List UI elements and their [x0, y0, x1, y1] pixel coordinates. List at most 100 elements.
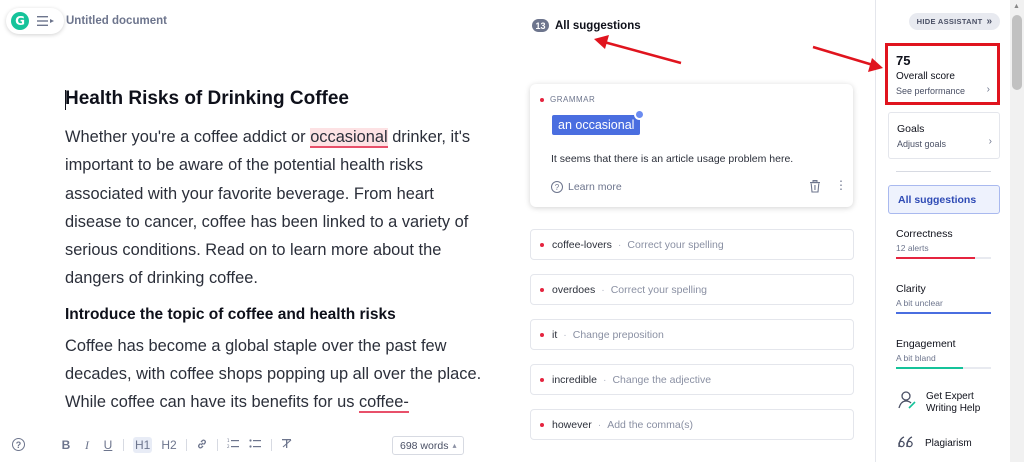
- overall-score-card[interactable]: 75 Overall score See performance ›: [885, 43, 1000, 105]
- hide-assistant-label: HIDE ASSISTANT: [916, 17, 983, 26]
- quote-icon: [898, 436, 914, 451]
- suggestion-word: coffee-lovers: [552, 238, 612, 251]
- alert-dot-icon: [540, 97, 544, 102]
- toolbar-divider: [270, 439, 272, 451]
- flagged-word-occasional[interactable]: occasional: [310, 128, 388, 148]
- category-subtitle: A bit bland: [896, 353, 936, 363]
- suggestion-word: incredible: [552, 373, 597, 386]
- underline-button[interactable]: U: [102, 438, 114, 452]
- suggestion-separator: ·: [617, 238, 622, 251]
- menu-icon[interactable]: [37, 14, 55, 28]
- suggestion-action: Correct your spelling: [627, 238, 724, 251]
- category-progress-bar: [896, 257, 991, 259]
- suggestion-word: it: [552, 328, 558, 341]
- suggestions-title: All suggestions: [555, 19, 641, 32]
- category-correctness[interactable]: Correctness 12 alerts: [896, 228, 991, 259]
- suggestion-action: Correct your spelling: [610, 283, 707, 296]
- app-logo-pill[interactable]: G: [6, 8, 64, 34]
- paragraph-1: Whether you're a coffee addict or occasi…: [65, 123, 485, 293]
- adjust-goals-link[interactable]: Adjust goals: [897, 139, 991, 149]
- toolbar-divider: [185, 439, 187, 451]
- toolbar-divider: [216, 439, 218, 451]
- double-chevron-right-icon: »: [986, 16, 993, 27]
- scroll-up-arrow-icon[interactable]: ▲: [1013, 3, 1020, 10]
- all-suggestions-tab[interactable]: All suggestions: [888, 185, 1000, 214]
- hide-assistant-button[interactable]: HIDE ASSISTANT»: [909, 13, 1000, 30]
- document-heading: Health Risks of Drinking Coffee: [65, 88, 349, 109]
- alert-dot-icon: [540, 332, 544, 337]
- category-subtitle: 12 alerts: [896, 243, 929, 253]
- assistant-sidebar: HIDE ASSISTANT» 75 Overall score See per…: [875, 0, 1010, 462]
- bold-button[interactable]: B: [60, 438, 72, 452]
- trash-icon[interactable]: [809, 180, 821, 193]
- svg-text:2: 2: [227, 444, 230, 449]
- ordered-list-icon[interactable]: 12: [227, 438, 240, 452]
- accept-suggestion-button[interactable]: an occasional: [552, 115, 641, 135]
- word-count-label: 698 words: [400, 439, 449, 452]
- suggestion-category-label: GRAMMAR: [550, 95, 596, 104]
- learn-more-label: Learn more: [568, 181, 622, 193]
- arrow-to-score: [812, 45, 883, 72]
- plagiarism-label: Plagiarism: [925, 438, 972, 449]
- expert-writing-help-button[interactable]: Get Expert Writing Help: [898, 390, 980, 415]
- heading-1-button[interactable]: H1: [133, 437, 153, 453]
- suggestion-card[interactable]: it · Change preposition: [530, 319, 854, 350]
- help-icon[interactable]: ?: [12, 438, 25, 451]
- suggestion-card[interactable]: coffee-lovers · Correct your spelling: [530, 229, 854, 260]
- expert-label-line-1: Get Expert: [926, 390, 974, 402]
- scrollbar-thumb[interactable]: [1012, 15, 1022, 90]
- flagged-word-coffee-lovers[interactable]: coffee-: [358, 393, 409, 414]
- italic-button[interactable]: I: [81, 438, 93, 453]
- question-icon: ?: [551, 181, 563, 193]
- suggestion-word: overdoes: [552, 283, 596, 296]
- document-title[interactable]: Untitled document: [66, 15, 167, 27]
- category-title: Engagement: [896, 338, 956, 350]
- expert-person-icon: [898, 390, 916, 415]
- chevron-right-icon: ›: [986, 84, 990, 95]
- suggestion-card[interactable]: overdoes · Correct your spelling: [530, 274, 854, 305]
- category-engagement[interactable]: Engagement A bit bland: [896, 338, 991, 369]
- overall-score-value: 75: [896, 53, 911, 68]
- category-title: Clarity: [896, 283, 926, 295]
- category-clarity[interactable]: Clarity A bit unclear: [896, 283, 991, 314]
- link-icon[interactable]: [196, 438, 208, 453]
- category-progress-bar: [896, 367, 991, 369]
- suggestion-separator: ·: [601, 283, 605, 296]
- learn-more-link[interactable]: ? Learn more: [551, 181, 622, 193]
- word-count-button[interactable]: 698 words ▴: [392, 436, 465, 455]
- suggestion-word: however: [552, 418, 592, 431]
- heading-2-button[interactable]: H2: [161, 438, 176, 452]
- plagiarism-button[interactable]: Plagiarism: [898, 436, 972, 451]
- category-progress-fill: [896, 367, 963, 369]
- expanded-suggestion-card[interactable]: GRAMMAR an occasional It seems that ther…: [530, 84, 853, 207]
- category-progress-fill: [896, 312, 991, 314]
- alert-dot-icon: [540, 287, 544, 292]
- sidebar-divider: [896, 171, 991, 172]
- suggestion-separator: ·: [563, 328, 567, 341]
- format-toolbar: B I U H1 H2 12: [60, 436, 301, 454]
- suggestion-action: Change preposition: [572, 328, 664, 341]
- overall-score-label: Overall score: [896, 71, 955, 82]
- see-performance-link[interactable]: See performance: [896, 86, 989, 96]
- paragraph-1-text-b: drinker, it's important to be aware of t…: [65, 128, 471, 288]
- category-subtitle: A bit unclear: [896, 298, 943, 308]
- alert-dot-icon: [540, 377, 544, 382]
- goals-card[interactable]: Goals Adjust goals ›: [888, 112, 1000, 159]
- suggestion-action: Add the comma(s): [607, 418, 693, 431]
- suggestion-explanation: It seems that there is an article usage …: [551, 153, 794, 165]
- clear-formatting-icon[interactable]: [281, 438, 293, 452]
- suggestion-card[interactable]: however · Add the comma(s): [530, 409, 854, 440]
- alert-dot-icon: [540, 242, 544, 247]
- unordered-list-icon[interactable]: [249, 438, 262, 452]
- alert-dot-icon: [540, 422, 544, 427]
- document-editor[interactable]: Health Risks of Drinking Coffee Whether …: [65, 88, 485, 417]
- suggestions-count-badge: 13: [532, 19, 549, 32]
- caret-up-icon: ▴: [452, 441, 457, 450]
- chevron-right-icon: ›: [988, 136, 992, 147]
- grammarly-logo-icon[interactable]: G: [11, 12, 29, 30]
- more-options-icon[interactable]: ⋮: [835, 179, 847, 191]
- arrow-to-suggestions: [594, 35, 682, 65]
- suggestion-action: Change the adjective: [612, 373, 712, 386]
- suggestion-card[interactable]: incredible · Change the adjective: [530, 364, 854, 395]
- svg-text:1: 1: [227, 438, 230, 443]
